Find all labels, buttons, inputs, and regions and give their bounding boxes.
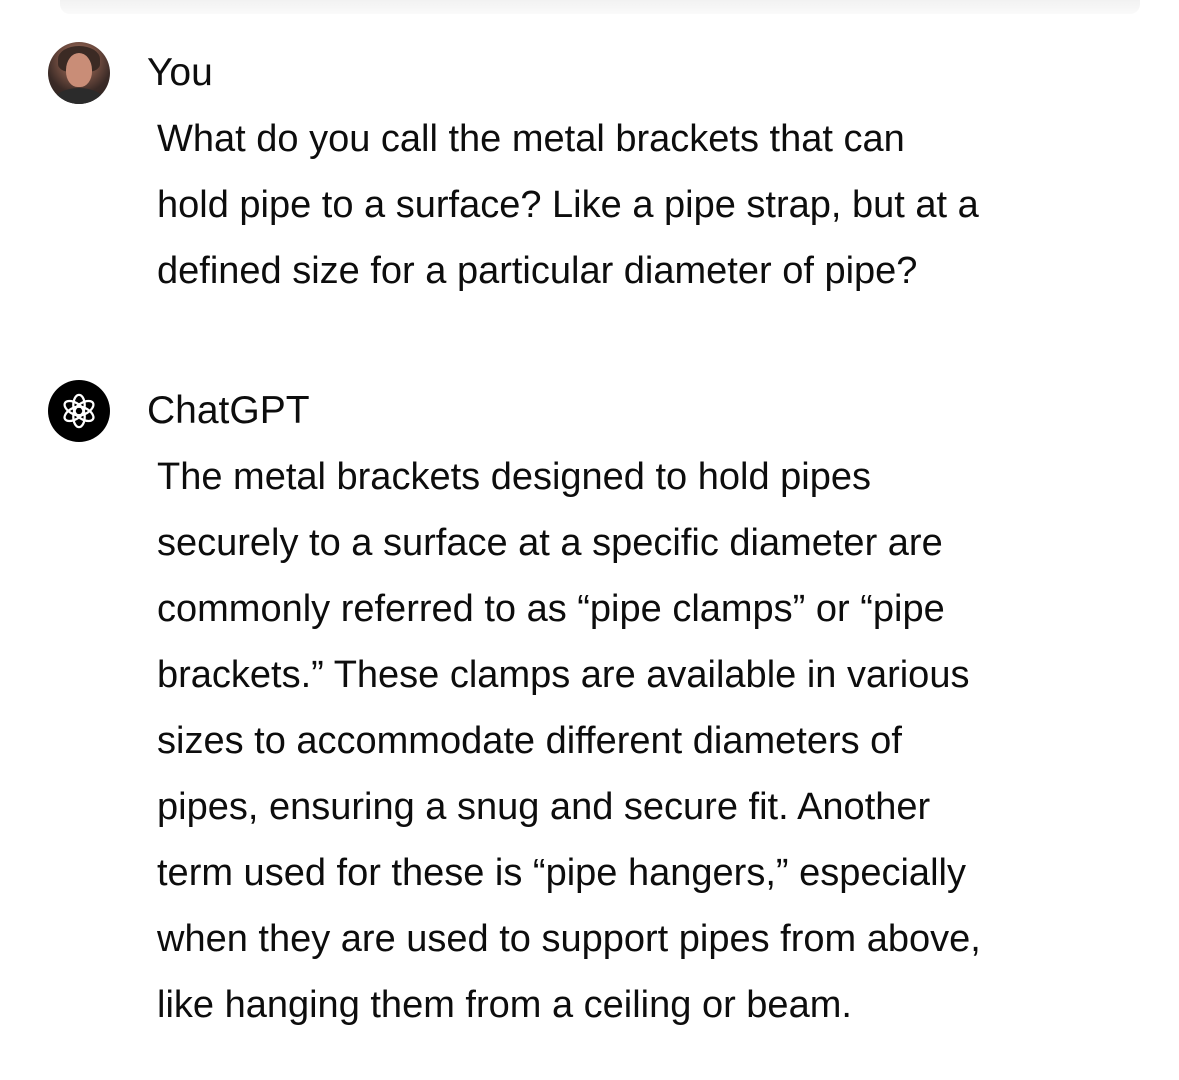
- message-line: sizes to accommodate different diameters…: [157, 720, 902, 762]
- avatar-face: [66, 53, 92, 87]
- user-message-text: What do you call the metal brackets that…: [157, 106, 1137, 304]
- openai-logo-icon: [63, 393, 95, 429]
- message-line: hold pipe to a surface? Like a pipe stra…: [157, 184, 979, 226]
- assistant-author-name: ChatGPT: [147, 389, 310, 432]
- message-line: like hanging them from a ceiling or beam…: [157, 984, 852, 1026]
- message-line: commonly referred to as “pipe clamps” or…: [157, 588, 945, 630]
- message-line: when they are used to support pipes from…: [157, 918, 981, 960]
- message-line: The metal brackets designed to hold pipe…: [157, 456, 871, 498]
- message-line: pipes, ensuring a snug and secure fit. A…: [157, 786, 931, 828]
- user-avatar: [48, 42, 110, 104]
- user-author-name: You: [147, 51, 213, 94]
- avatar-shirt: [54, 88, 104, 104]
- top-scroll-fade: [60, 0, 1140, 14]
- message-line: defined size for a particular diameter o…: [157, 250, 918, 292]
- message-line: securely to a surface at a specific diam…: [157, 522, 943, 564]
- assistant-avatar: [48, 380, 110, 442]
- assistant-message-text: The metal brackets designed to hold pipe…: [157, 444, 1137, 1038]
- message-line: term used for these is “pipe hangers,” e…: [157, 852, 966, 894]
- message-line: What do you call the metal brackets that…: [157, 118, 905, 160]
- message-line: brackets.” These clamps are available in…: [157, 654, 970, 696]
